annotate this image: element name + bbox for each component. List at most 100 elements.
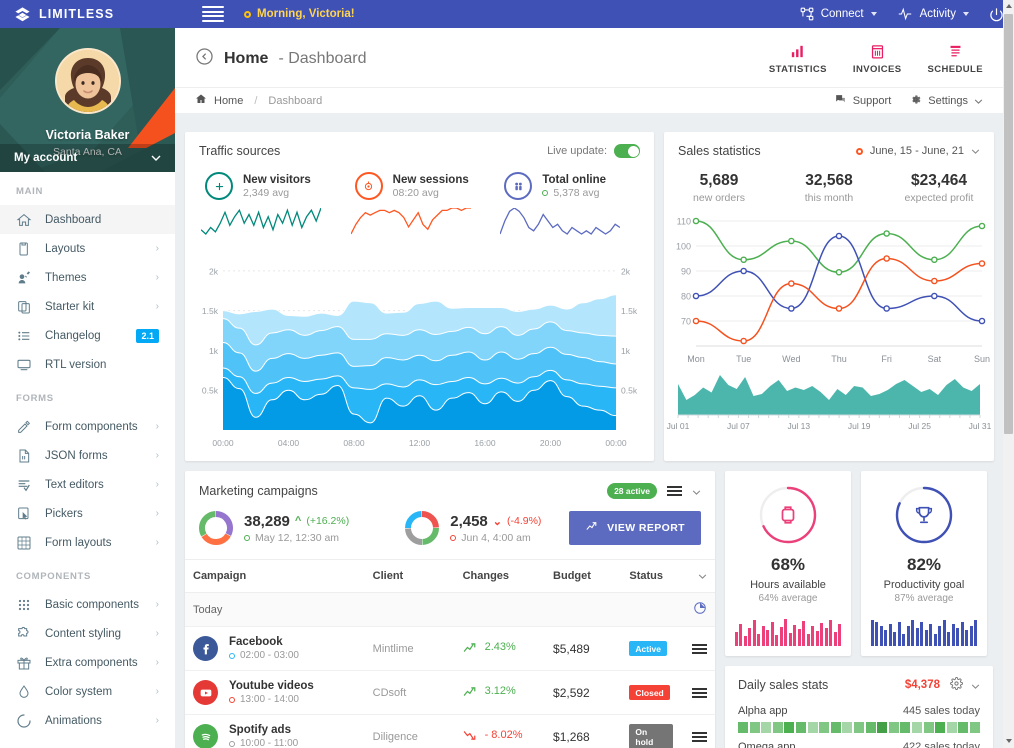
activity-menu[interactable]: Activity [897, 7, 969, 21]
svg-text:1.5k: 1.5k [202, 306, 219, 316]
sidebar-item-color-system[interactable]: Color system › [0, 677, 175, 706]
sidebar-item-form-layouts[interactable]: Form layouts › [0, 528, 175, 557]
column-header-changes: Changes [454, 559, 546, 593]
card-menu-button[interactable] [667, 486, 682, 496]
marketing-stat-date: Jun 4, 4:00 am [450, 532, 541, 544]
row-menu-button[interactable] [681, 626, 715, 671]
bar-chart-icon [769, 42, 827, 60]
support-link[interactable]: Support [834, 93, 892, 109]
sidebar-category: COMPONENTS [16, 571, 92, 582]
sidebar-category: FORMS [16, 393, 54, 404]
editor-icon [16, 477, 32, 493]
row-menu-button[interactable] [681, 670, 715, 715]
date-range-picker[interactable]: June, 15 - June, 21 [855, 145, 980, 157]
column-header-status: Status [621, 559, 682, 593]
home-icon [16, 212, 32, 228]
target-icon [354, 172, 383, 200]
sidebar-toggle-button[interactable] [202, 6, 224, 22]
back-icon[interactable] [195, 47, 214, 71]
navbar-right: Connect Activity [800, 7, 1004, 22]
row-menu-button[interactable] [681, 714, 715, 748]
sidebar-item-animations[interactable]: Animations › [0, 706, 175, 735]
table-row[interactable]: Spotify ads 10:00 - 11:00 Diligence - 8.… [185, 714, 715, 748]
scroll-down-button[interactable] [1003, 735, 1014, 748]
svg-text:Mon: Mon [687, 354, 705, 364]
page-scrollbar[interactable] [1003, 0, 1014, 748]
chevron-down-icon[interactable] [692, 484, 701, 498]
pie-icon[interactable] [681, 592, 715, 627]
sidebar-item-pickers[interactable]: Pickers › [0, 499, 175, 528]
gear-icon[interactable] [950, 677, 963, 693]
view-report-button[interactable]: VIEW REPORT [569, 511, 701, 545]
svg-text:70: 70 [681, 317, 691, 327]
youtube-icon [193, 680, 218, 705]
column-header-budget: Budget [545, 559, 622, 593]
svg-text:1.5k: 1.5k [621, 306, 638, 316]
campaign-name: Facebook [229, 636, 283, 648]
budget-cell: $2,592 [545, 670, 622, 715]
monitor-icon [16, 357, 32, 373]
sidebar-item-extra-components[interactable]: Extra components › [0, 648, 175, 677]
sidebar-item-label: RTL version [45, 358, 107, 371]
metric-value: 08:20 avg [392, 186, 439, 199]
sidebar-item-json-forms[interactable]: JSON forms › [0, 441, 175, 470]
sidebar-item-label: Color system [45, 685, 113, 698]
scrollbar-thumb[interactable] [1004, 14, 1013, 434]
table-row[interactable]: Facebook 02:00 - 03:00 Mintlime 2.43% $5… [185, 626, 715, 671]
column-header-campaign: Campaign [185, 559, 365, 593]
live-update-toggle[interactable] [614, 144, 640, 158]
support-label: Support [852, 94, 892, 107]
avatar[interactable] [54, 48, 121, 114]
campaign-name: Youtube videos [229, 680, 314, 692]
sidebar-item-form-components[interactable]: Form components › [0, 412, 175, 441]
sidebar-item-basic-components[interactable]: Basic components › [0, 590, 175, 619]
status-dot-icon [244, 10, 251, 18]
marketing-stat-value: 38,289 ^ (+16.2%) [244, 512, 350, 530]
metric-sparkline [195, 207, 345, 239]
sidebar-item-changelog[interactable]: Changelog 2.1 [0, 321, 175, 350]
traffic-area-chart: 0.5k 0.5k 1k 1k 1.5k 1.5k 2k 2k 00:00 04:00 08:00 1… [185, 243, 654, 461]
campaign-time: 02:00 - 03:00 [229, 650, 299, 661]
sidebar-user-name: Victoria Baker [45, 128, 130, 142]
activity-icon [897, 7, 913, 21]
progress-average: 87% average [894, 593, 954, 604]
droplet-icon [16, 684, 32, 700]
sales-kpi: $23,464 expected profit [884, 172, 994, 204]
connect-icon [800, 7, 814, 21]
connect-menu[interactable]: Connect [800, 7, 877, 21]
date-range-label: June, 15 - June, 21 [869, 145, 964, 157]
traffic-metrics: New visitors 2,349 avg New sessions 08:2… [185, 166, 654, 243]
table-row[interactable]: Youtube videos 13:00 - 14:00 CDsoft 3.12… [185, 670, 715, 715]
brand[interactable]: LIMITLESS [14, 6, 174, 23]
sidebar-item-rtl-version[interactable]: RTL version [0, 350, 175, 379]
scroll-up-button[interactable] [1003, 0, 1014, 13]
power-button[interactable] [989, 7, 1004, 22]
column-header-menu[interactable] [681, 559, 715, 593]
svg-text:110: 110 [677, 217, 691, 227]
sidebar-item-text-editors[interactable]: Text editors › [0, 470, 175, 499]
kpi-label: expected profit [904, 192, 974, 204]
sidebar-item-layouts[interactable]: Layouts › [0, 234, 175, 263]
sidebar-item-label: Extra components [45, 656, 138, 669]
header-action-invoices[interactable]: INVOICES [853, 42, 902, 75]
chevron-down-icon[interactable] [971, 678, 980, 692]
sidebar-item-themes[interactable]: Themes › [0, 263, 175, 292]
page-title-sub: - Dashboard [278, 49, 367, 67]
breadcrumb-home[interactable]: Home [214, 95, 243, 107]
sidebar-profile-header: Victoria Baker Santa Ana, CA My account [0, 28, 175, 172]
header-action-schedule[interactable]: SCHEDULE [928, 42, 983, 75]
my-account-dropdown[interactable]: My account [0, 144, 175, 172]
progress-label: Hours available [750, 579, 826, 591]
status-cell: Active [621, 626, 682, 671]
daily-sales-card: Daily sales stats $4,378 Alpha app 445 s… [725, 666, 993, 748]
marketing-campaigns-title: Marketing campaigns [199, 484, 318, 498]
sidebar-item-dashboard[interactable]: Dashboard [0, 205, 175, 234]
breadcrumb-bar: Home / Dashboard Support Settings [175, 87, 1003, 113]
header-action-statistics[interactable]: STATISTICS [769, 42, 827, 75]
marketing-stat-delta: (-4.9%) [507, 515, 542, 527]
settings-menu[interactable]: Settings [909, 93, 983, 109]
sidebar-item-starter-kit[interactable]: Starter kit › [0, 292, 175, 321]
chevron-right-icon: › [155, 479, 159, 490]
sidebar-item-content-styling[interactable]: Content styling › [0, 619, 175, 648]
svg-text:00:00: 00:00 [605, 438, 627, 448]
